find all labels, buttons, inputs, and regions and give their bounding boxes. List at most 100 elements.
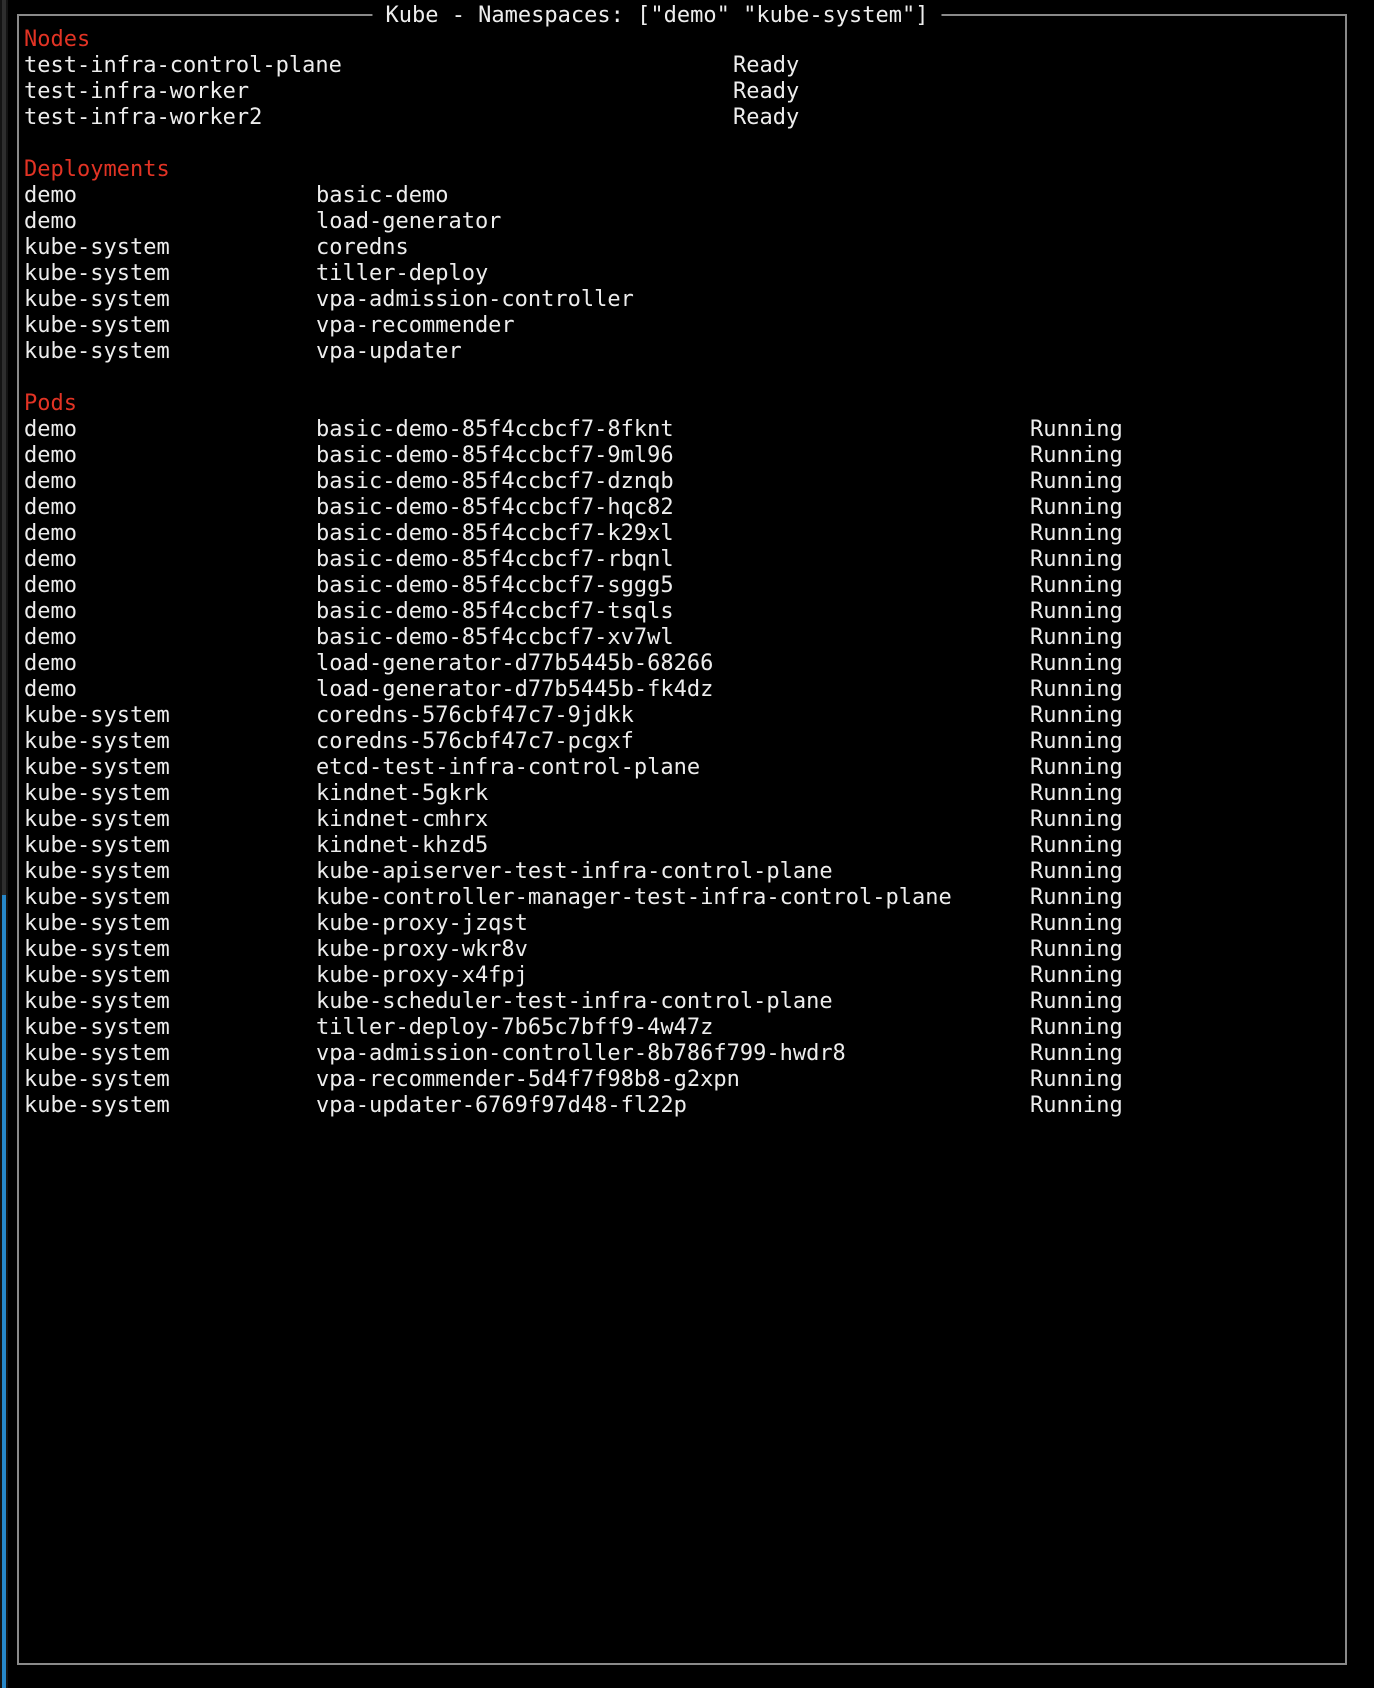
node-status-cell: Ready: [733, 53, 799, 79]
namespace-cell: kube-system: [24, 1041, 170, 1067]
deployment-row: demo basic-demo: [24, 183, 1345, 209]
pod-status-cell: Running: [1030, 443, 1123, 469]
pod-row: demobasic-demo-85f4ccbcf7-dznqbRunning: [24, 469, 1345, 495]
blank-row: [24, 365, 1345, 391]
terminal-gutter: [0, 0, 8, 1688]
pod-status-cell: Running: [1030, 1067, 1123, 1093]
namespace-cell: kube-system: [24, 729, 170, 755]
pod-name-cell: basic-demo-85f4ccbcf7-rbqnl: [316, 547, 674, 573]
pod-row: kube-systemkube-apiserver-test-infra-con…: [24, 859, 1345, 885]
pod-row: kube-system kube-proxy-wkr8v Running: [24, 937, 1345, 963]
deployment-row: kube-systemvpa-updater: [24, 339, 1345, 365]
namespace-cell: kube-system: [24, 261, 170, 287]
pod-status-cell: Running: [1030, 573, 1123, 599]
pod-name-cell: kube-proxy-x4fpj: [316, 963, 528, 989]
pod-name-cell: basic-demo-85f4ccbcf7-xv7wl: [316, 625, 674, 651]
namespace-cell: kube-system: [24, 235, 170, 261]
pod-name-cell: kube-proxy-wkr8v: [316, 937, 528, 963]
pod-name-cell: kube-proxy-jzqst: [316, 911, 528, 937]
pod-row: kube-systemetcd-test-infra-control-plane…: [24, 755, 1345, 781]
deployment-row: kube-systemvpa-recommender: [24, 313, 1345, 339]
kube-dashboard-window: Kube - Namespaces: ["demo" "kube-system"…: [17, 14, 1347, 1665]
nodes-section-header: Nodes: [24, 27, 1345, 53]
scrollbar-track[interactable]: [2, 0, 6, 895]
namespace-cell: demo: [24, 625, 77, 651]
pod-name-cell: vpa-recommender-5d4f7f98b8-g2xpn: [316, 1067, 740, 1093]
pod-name-cell: basic-demo-85f4ccbcf7-hqc82: [316, 495, 674, 521]
pod-name-cell: kube-scheduler-test-infra-control-plane: [316, 989, 833, 1015]
deployment-name-cell: vpa-admission-controller: [316, 287, 634, 313]
pod-name-cell: coredns-576cbf47c7-pcgxf: [316, 729, 634, 755]
pod-status-cell: Running: [1030, 963, 1123, 989]
pod-name-cell: basic-demo-85f4ccbcf7-tsqls: [316, 599, 674, 625]
deployment-name-cell: coredns: [316, 235, 409, 261]
window-title: Kube - Namespaces: ["demo" "kube-system"…: [372, 3, 941, 29]
namespace-cell: demo: [24, 573, 77, 599]
pod-name-cell: kindnet-cmhrx: [316, 807, 488, 833]
pod-row: demobasic-demo-85f4ccbcf7-hqc82Running: [24, 495, 1345, 521]
namespace-cell: kube-system: [24, 911, 170, 937]
namespace-cell: kube-system: [24, 339, 170, 365]
namespace-cell: demo: [24, 547, 77, 573]
pod-name-cell: kindnet-5gkrk: [316, 781, 488, 807]
pod-row: demobasic-demo-85f4ccbcf7-tsqlsRunning: [24, 599, 1345, 625]
namespace-cell: demo: [24, 677, 77, 703]
deployment-name-cell: basic-demo: [316, 183, 448, 209]
namespace-cell: kube-system: [24, 885, 170, 911]
pod-status-cell: Running: [1030, 1015, 1123, 1041]
pod-name-cell: kube-controller-manager-test-infra-contr…: [316, 885, 952, 911]
pod-row: kube-systemcoredns-576cbf47c7-9jdkkRunni…: [24, 703, 1345, 729]
pod-name-cell: etcd-test-infra-control-plane: [316, 755, 700, 781]
namespace-cell: kube-system: [24, 1093, 170, 1119]
window-content: Nodestest-infra-control-planeReadytest-i…: [24, 27, 1345, 1119]
pod-status-cell: Running: [1030, 651, 1123, 677]
pod-row: kube-systemkube-proxy-x4fpjRunning: [24, 963, 1345, 989]
node-row: test-infra-worker2 Ready: [24, 105, 1345, 131]
pod-row: kube-systemkube-proxy-jzqstRunning: [24, 911, 1345, 937]
pod-name-cell: load-generator-d77b5445b-fk4dz: [316, 677, 713, 703]
namespace-cell: kube-system: [24, 937, 170, 963]
node-name-cell: test-infra-worker2: [24, 105, 262, 131]
pod-status-cell: Running: [1030, 781, 1123, 807]
node-row: test-infra-workerReady: [24, 79, 1345, 105]
pod-status-cell: Running: [1030, 417, 1123, 443]
pod-row: demo basic-demo-85f4ccbcf7-9ml96 Running: [24, 443, 1345, 469]
namespace-cell: demo: [24, 183, 77, 209]
deployment-name-cell: tiller-deploy: [316, 261, 488, 287]
deployment-row: demoload-generator: [24, 209, 1345, 235]
namespace-cell: kube-system: [24, 989, 170, 1015]
pod-status-cell: Running: [1030, 937, 1123, 963]
namespace-cell: kube-system: [24, 703, 170, 729]
pod-status-cell: Running: [1030, 729, 1123, 755]
namespace-cell: kube-system: [24, 313, 170, 339]
node-row: test-infra-control-planeReady: [24, 53, 1345, 79]
pod-row: demo basic-demo-85f4ccbcf7-xv7wl Running: [24, 625, 1345, 651]
namespace-cell: demo: [24, 443, 77, 469]
pod-status-cell: Running: [1030, 547, 1123, 573]
scrollbar-thumb[interactable]: [2, 895, 6, 1688]
namespace-cell: demo: [24, 651, 77, 677]
pod-row: kube-system kube-scheduler-test-infra-con…: [24, 989, 1345, 1015]
pod-row: demobasic-demo-85f4ccbcf7-8fkntRunning: [24, 417, 1345, 443]
deployment-row: kube-system vpa-admission-controller: [24, 287, 1345, 313]
namespace-cell: kube-system: [24, 833, 170, 859]
pod-status-cell: Running: [1030, 495, 1123, 521]
namespace-cell: kube-system: [24, 287, 170, 313]
pod-row: kube-system vpa-admission-controller-8b78…: [24, 1041, 1345, 1067]
pod-name-cell: basic-demo-85f4ccbcf7-9ml96: [316, 443, 674, 469]
pod-name-cell: vpa-admission-controller-8b786f799-hwdr8: [316, 1041, 846, 1067]
pod-status-cell: Running: [1030, 885, 1123, 911]
pod-row: demoload-generator-d77b5445b-fk4dzRunnin…: [24, 677, 1345, 703]
namespace-cell: demo: [24, 209, 77, 235]
namespace-cell: kube-system: [24, 1015, 170, 1041]
pod-name-cell: tiller-deploy-7b65c7bff9-4w47z: [316, 1015, 713, 1041]
pod-status-cell: Running: [1030, 1041, 1123, 1067]
namespace-cell: demo: [24, 469, 77, 495]
pod-status-cell: Running: [1030, 625, 1123, 651]
node-status-cell: Ready: [733, 105, 799, 131]
deployment-row: kube-system tiller-deploy: [24, 261, 1345, 287]
namespace-cell: kube-system: [24, 807, 170, 833]
pod-row: kube-systemvpa-updater-6769f97d48-fl22pR…: [24, 1093, 1345, 1119]
namespace-cell: demo: [24, 417, 77, 443]
pod-status-cell: Running: [1030, 599, 1123, 625]
